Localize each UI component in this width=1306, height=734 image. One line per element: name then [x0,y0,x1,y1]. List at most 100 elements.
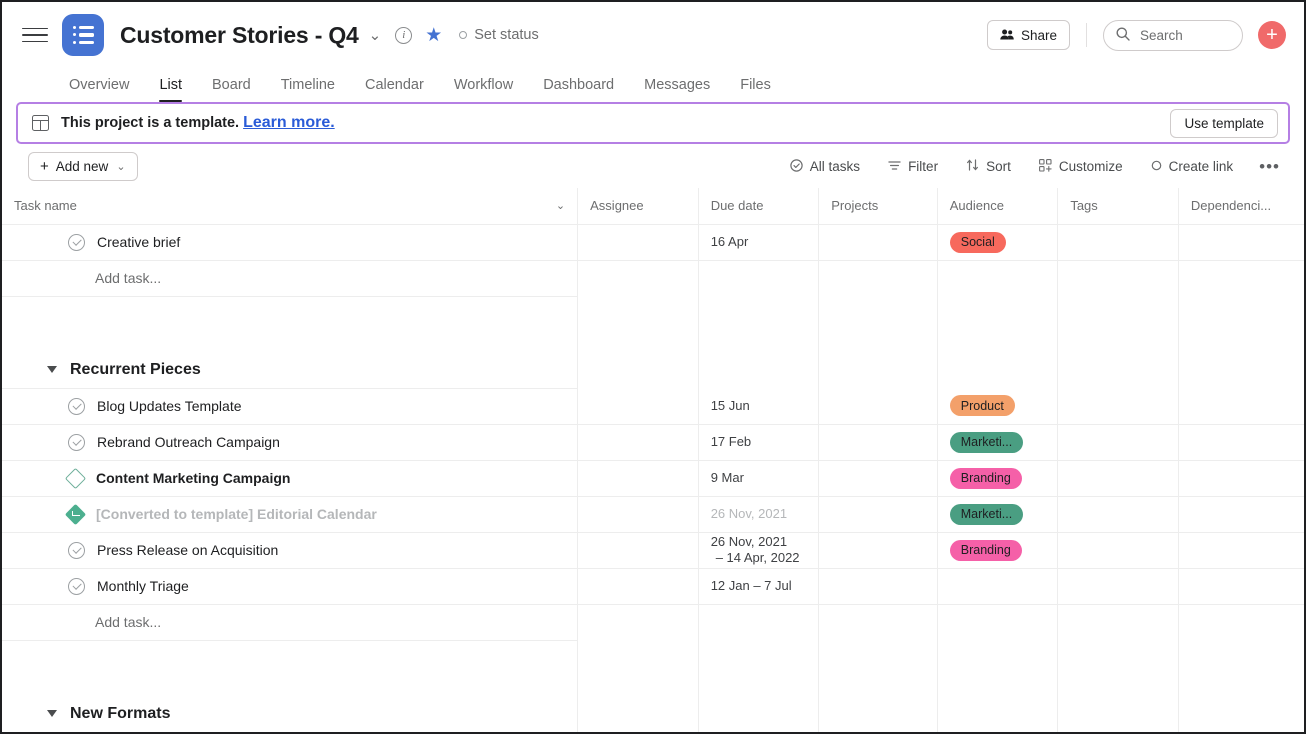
column-header-task-name[interactable]: Task name ⌄ [2,188,579,225]
cell-projects[interactable] [818,460,938,497]
audience-tag[interactable]: Product [949,395,1015,417]
due-date-value[interactable]: 17 Feb [711,434,819,450]
cell-due-date[interactable]: 15 Jun [698,388,820,425]
cell-due-date[interactable]: 17 Feb [698,424,820,461]
cell-task-name[interactable]: Blog Updates Template [2,388,579,425]
use-template-button[interactable]: Use template [1170,108,1278,138]
cell-task-name[interactable]: Rebrand Outreach Campaign [2,424,579,461]
due-date-value[interactable]: 26 Nov, 2021– 14 Apr, 2022 [711,534,819,566]
tab-files[interactable]: Files [725,77,786,102]
due-date-value[interactable]: 16 Apr [711,234,819,250]
tab-list[interactable]: List [144,77,197,102]
add-new-button[interactable]: + Add new ⌄ [28,151,138,181]
tab-overview[interactable]: Overview [54,77,144,102]
cell-assignee[interactable] [577,496,699,533]
cell-task-name[interactable]: Creative brief [2,224,579,261]
table-row[interactable]: Content Marketing Campaign 9 Mar Branding [2,460,1304,497]
hamburger-icon[interactable] [22,22,48,48]
share-button[interactable]: Share [986,20,1070,50]
cell-projects[interactable] [818,424,938,461]
tab-messages[interactable]: Messages [629,77,725,102]
add-task-label[interactable]: Add task... [14,270,577,286]
chevron-down-icon[interactable]: ⌄ [369,26,382,44]
column-header-projects[interactable]: Projects [818,188,938,225]
cell-dependencies[interactable] [1178,532,1304,569]
cell-projects[interactable] [818,532,938,569]
cell-assignee[interactable] [577,224,699,261]
cell-audience[interactable] [937,568,1059,605]
collapse-caret-icon[interactable] [47,710,57,718]
tab-timeline[interactable]: Timeline [266,77,350,102]
cell-audience[interactable]: Marketi... [937,424,1059,461]
due-date-value[interactable]: 15 Jun [711,398,819,414]
cell-tags[interactable] [1057,532,1179,569]
cell-tags[interactable] [1057,496,1179,533]
add-task-label[interactable]: Add task... [14,614,577,630]
column-header-tags[interactable]: Tags [1057,188,1179,225]
complete-task-checkbox[interactable] [68,433,85,451]
cell-assignee[interactable] [577,424,699,461]
cell-assignee[interactable] [577,568,699,605]
cell-tags[interactable] [1057,224,1179,261]
tab-workflow[interactable]: Workflow [439,77,528,102]
cell-tags[interactable] [1057,568,1179,605]
table-row[interactable]: [Converted to template] Editorial Calend… [2,496,1304,533]
tab-board[interactable]: Board [197,77,266,102]
tab-dashboard[interactable]: Dashboard [528,77,629,102]
cell-task-name[interactable]: Monthly Triage [2,568,579,605]
milestone-complete-icon[interactable] [64,503,87,525]
cell-tags[interactable] [1057,388,1179,425]
cell-due-date[interactable]: 26 Nov, 2021 [698,496,820,533]
info-icon[interactable]: i [395,26,413,44]
audience-tag[interactable]: Branding [949,467,1022,489]
set-status-button[interactable]: Set status [459,27,539,43]
collapse-caret-icon[interactable] [47,366,57,374]
column-header-due-date[interactable]: Due date [698,188,820,225]
cell-dependencies[interactable] [1178,224,1304,261]
complete-task-checkbox[interactable] [68,397,85,415]
cell-tags[interactable] [1057,460,1179,497]
search-input[interactable]: Search [1103,19,1243,51]
create-link-button[interactable]: Create link [1137,152,1248,180]
tab-calendar[interactable]: Calendar [350,77,439,102]
all-tasks-button[interactable]: All tasks [776,152,874,180]
cell-assignee[interactable] [577,460,699,497]
cell-projects[interactable] [818,568,938,605]
customize-button[interactable]: Customize [1025,152,1137,180]
cell-projects[interactable] [818,224,938,261]
due-date-value[interactable]: 26 Nov, 2021 [711,506,819,522]
table-row[interactable]: Rebrand Outreach Campaign 17 Feb Marketi..… [2,424,1304,461]
cell-audience[interactable]: Product [937,388,1059,425]
cell-assignee[interactable] [577,532,699,569]
column-header-dependencies[interactable]: Dependenci... [1178,188,1304,225]
complete-task-checkbox[interactable] [68,541,85,559]
cell-dependencies[interactable] [1178,496,1304,533]
cell-tags[interactable] [1057,424,1179,461]
due-date-value[interactable]: 12 Jan – 7 Jul [711,578,819,594]
cell-projects[interactable] [818,496,938,533]
add-button[interactable]: + [1258,21,1286,49]
audience-tag[interactable]: Branding [949,539,1022,561]
chevron-down-icon[interactable]: ⌄ [556,199,565,212]
cell-due-date[interactable]: 12 Jan – 7 Jul [698,568,820,605]
cell-dependencies[interactable] [1178,460,1304,497]
cell-dependencies[interactable] [1178,568,1304,605]
milestone-diamond-icon[interactable] [64,467,87,489]
cell-audience[interactable]: Branding [937,532,1059,569]
add-task-row[interactable]: Add task... [2,260,1304,297]
filter-button[interactable]: Filter [874,152,952,180]
cell-task-name[interactable]: [Converted to template] Editorial Calend… [2,496,579,533]
cell-dependencies[interactable] [1178,388,1304,425]
learn-more-link[interactable]: Learn more. [243,114,335,132]
table-row[interactable]: Press Release on Acquisition 26 Nov, 2021… [2,532,1304,569]
sort-button[interactable]: Sort [952,152,1025,180]
cell-audience[interactable]: Branding [937,460,1059,497]
column-header-assignee[interactable]: Assignee [577,188,699,225]
section-row[interactable]: Recurrent Pieces [2,352,1304,389]
table-row[interactable]: Monthly Triage 12 Jan – 7 Jul [2,568,1304,605]
cell-add-task[interactable]: Add task... [2,604,579,641]
table-row[interactable]: Blog Updates Template 15 Jun Product [2,388,1304,425]
cell-audience[interactable]: Marketi... [937,496,1059,533]
cell-dependencies[interactable] [1178,424,1304,461]
complete-task-checkbox[interactable] [68,233,85,251]
